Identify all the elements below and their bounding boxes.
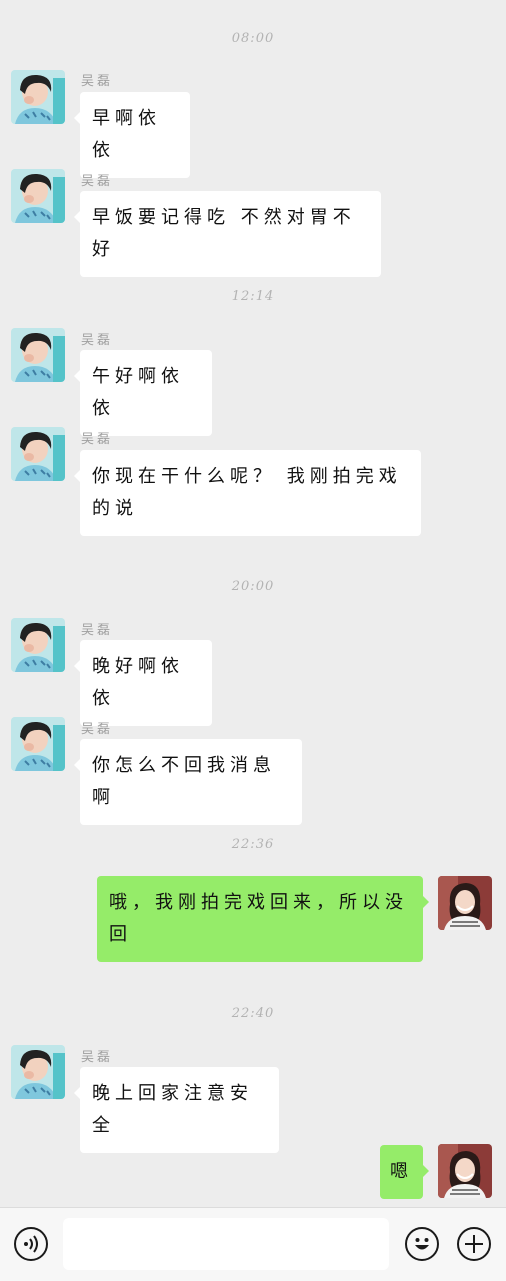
- incoming-message[interactable]: 晚上回家注意安全: [74, 1067, 279, 1153]
- contact-avatar[interactable]: [11, 717, 65, 771]
- outgoing-message[interactable]: 哦，我刚拍完戏回来，所以没回: [97, 876, 429, 962]
- sender-name: 吴磊: [81, 722, 114, 737]
- timestamp: 20:00: [231, 579, 275, 594]
- input-bar: [0, 1207, 506, 1281]
- my-avatar[interactable]: [438, 876, 492, 930]
- contact-avatar[interactable]: [11, 1045, 65, 1099]
- incoming-message[interactable]: 早饭要记得吃 不然对胃不好: [74, 191, 381, 277]
- contact-avatar[interactable]: [11, 328, 65, 382]
- plus-icon[interactable]: [457, 1227, 491, 1261]
- contact-avatar[interactable]: [11, 169, 65, 223]
- timestamp: 22:40: [231, 1006, 275, 1021]
- message-input[interactable]: [63, 1218, 389, 1270]
- sender-name: 吴磊: [81, 623, 114, 638]
- incoming-message[interactable]: 午好啊依依: [74, 350, 212, 436]
- sender-name: 吴磊: [81, 74, 114, 89]
- incoming-message[interactable]: 你现在干什么呢？ 我刚拍完戏的说: [74, 450, 421, 536]
- incoming-message[interactable]: 早啊依依: [74, 92, 190, 178]
- sender-name: 吴磊: [81, 432, 114, 447]
- contact-avatar[interactable]: [11, 427, 65, 481]
- sender-name: 吴磊: [81, 1050, 114, 1065]
- contact-avatar[interactable]: [11, 618, 65, 672]
- incoming-message[interactable]: 你怎么不回我消息啊: [74, 739, 302, 825]
- timestamp: 12:14: [231, 289, 275, 304]
- outgoing-message[interactable]: 嗯: [380, 1145, 429, 1199]
- sender-name: 吴磊: [81, 174, 114, 189]
- sender-name: 吴磊: [81, 333, 114, 348]
- contact-avatar[interactable]: [11, 70, 65, 124]
- my-avatar[interactable]: [438, 1144, 492, 1198]
- incoming-message[interactable]: 晚好啊依依: [74, 640, 212, 726]
- timestamp: 08:00: [231, 31, 275, 46]
- voice-icon[interactable]: [14, 1227, 48, 1261]
- timestamp: 22:36: [231, 837, 275, 852]
- emoji-icon[interactable]: [405, 1227, 439, 1261]
